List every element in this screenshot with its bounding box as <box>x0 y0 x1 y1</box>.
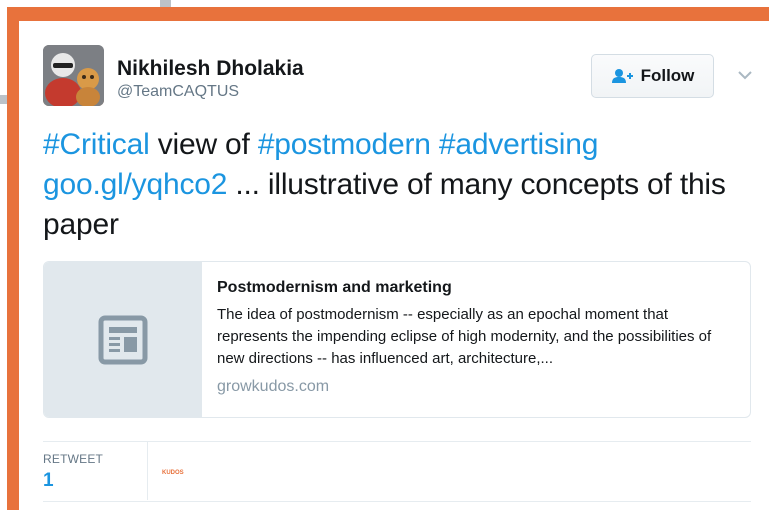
retweeter-avatar[interactable]: KUDOS <box>162 468 194 478</box>
stats-divider-bottom <box>43 501 751 502</box>
tweet-text-part <box>431 128 439 161</box>
stats-divider-top <box>43 441 751 442</box>
tweet-text-part: view of <box>149 128 258 161</box>
author-name[interactable]: Nikhilesh Dholakia <box>117 57 304 81</box>
stats-separator <box>147 442 148 500</box>
chevron-down-icon[interactable] <box>735 65 755 85</box>
add-user-icon <box>611 68 633 84</box>
user-avatar[interactable] <box>43 45 104 106</box>
card-domain: growkudos.com <box>217 378 330 395</box>
card-thumbnail <box>44 262 202 417</box>
background-top <box>0 0 769 7</box>
tweet-text: #Critical view of #postmodern #advertisi… <box>43 125 763 245</box>
follow-button[interactable]: Follow <box>591 54 714 98</box>
tweet-embed: Nikhilesh Dholakia @TeamCAQTUS Follow #C… <box>19 21 769 510</box>
card-description: The idea of postmodernism -- especially … <box>217 306 712 367</box>
author-handle[interactable]: @TeamCAQTUS <box>117 83 239 101</box>
background-mark <box>160 0 171 7</box>
tweet-link[interactable]: goo.gl/yqhco2 <box>43 168 227 201</box>
card-body: Postmodernism and marketing The idea of … <box>217 278 742 396</box>
hashtag-postmodern[interactable]: #postmodern <box>258 128 431 161</box>
card-title: Postmodernism and marketing <box>217 279 452 296</box>
retweet-label: RETWEET <box>43 452 104 466</box>
follow-label: Follow <box>640 66 695 85</box>
user-photo-avatar-icon <box>43 45 104 106</box>
article-icon <box>98 315 148 364</box>
hashtag-critical[interactable]: #Critical <box>43 128 150 161</box>
link-card[interactable]: Postmodernism and marketing The idea of … <box>43 261 751 418</box>
retweet-count[interactable]: 1 <box>43 470 54 492</box>
hashtag-advertising[interactable]: #advertising <box>439 128 599 161</box>
